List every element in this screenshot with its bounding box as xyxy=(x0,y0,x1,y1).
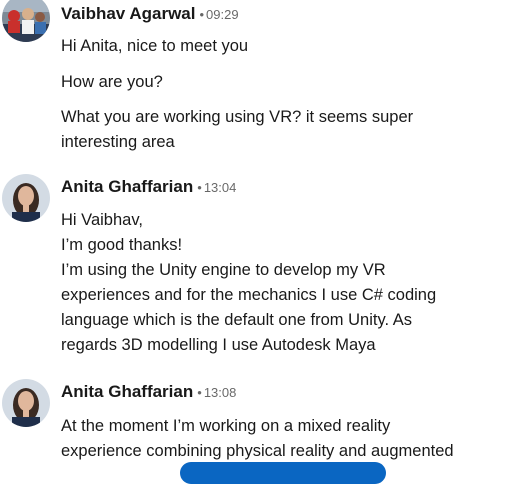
message-body: At the moment I’m working on a mixed rea… xyxy=(61,414,491,464)
separator-dot: • xyxy=(197,180,202,195)
message-header: Vaibhav Agarwal • 09:29 xyxy=(61,4,239,26)
message-line: interesting area xyxy=(61,133,175,151)
sender-name[interactable]: Anita Ghaffarian xyxy=(61,177,193,196)
message-thread: Vaibhav Agarwal • 09:29 Hi Anita, nice to … xyxy=(0,0,505,484)
message-line: At the moment I’m working on a mixed rea… xyxy=(61,417,391,435)
avatar[interactable] xyxy=(2,174,50,222)
message-line: Hi Anita, nice to meet you xyxy=(61,37,249,55)
message-line: I’m good thanks! xyxy=(61,236,183,254)
message-line: What you are working using VR? it seems … xyxy=(61,108,414,126)
sender-name[interactable]: Anita Ghaffarian xyxy=(61,382,193,401)
message-line: language which is the default one from U… xyxy=(61,311,412,329)
message-header: Anita Ghaffarian • 13:04 xyxy=(61,177,236,199)
message-body: What you are working using VR? it seems … xyxy=(61,105,491,155)
sender-name[interactable]: Vaibhav Agarwal xyxy=(61,4,195,23)
new-messages-button[interactable] xyxy=(180,462,386,484)
message-body: Hi Vaibhav, I’m good thanks! I’m using t… xyxy=(61,208,491,358)
message-line: experience combining physical reality an… xyxy=(61,442,454,460)
avatar[interactable] xyxy=(2,0,50,42)
timestamp: 13:08 xyxy=(203,385,237,400)
anita-avatar-image xyxy=(2,379,50,427)
message-line: I’m using the Unity engine to develop my… xyxy=(61,261,386,279)
anita-avatar-image xyxy=(2,174,50,222)
separator-dot: • xyxy=(197,385,202,400)
message-line: regards 3D modelling I use Autodesk Maya xyxy=(61,336,376,354)
timestamp: 09:29 xyxy=(206,7,239,22)
separator-dot: • xyxy=(199,7,205,22)
message-body: How are you? xyxy=(61,70,491,95)
message-header: Anita Ghaffarian • 13:08 xyxy=(61,382,236,404)
message-line: How are you? xyxy=(61,73,163,91)
avatar[interactable] xyxy=(2,379,50,427)
message-body: Hi Anita, nice to meet you xyxy=(61,34,491,59)
message-line: Hi Vaibhav, xyxy=(61,211,143,229)
message-line: experiences and for the mechanics I use … xyxy=(61,286,437,304)
timestamp: 13:04 xyxy=(203,180,237,195)
vaibhav-avatar-image xyxy=(2,0,50,42)
